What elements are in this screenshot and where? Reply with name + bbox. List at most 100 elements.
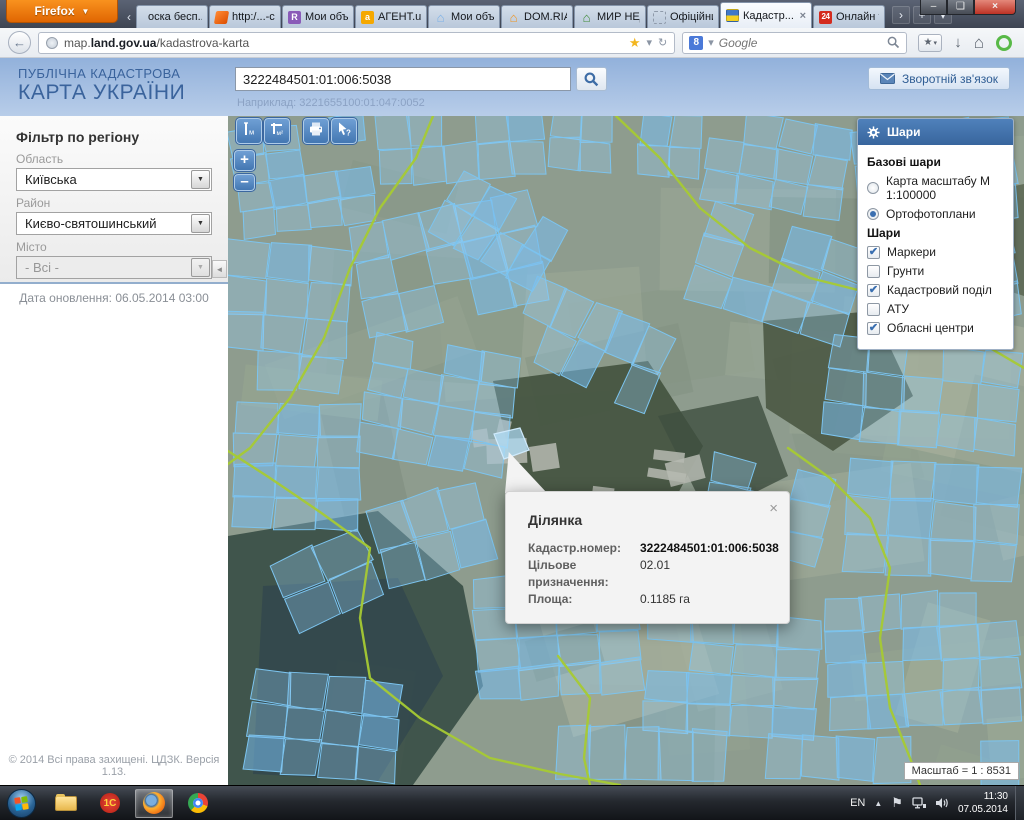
checkbox-checked-icon[interactable]: ✔ [867,322,880,335]
popup-row-value: 02.01 [640,557,670,591]
checkbox-icon[interactable] [867,303,880,316]
print-button[interactable] [303,118,329,144]
layers-panel-body: Базові шари Карта масштабу М 1:100000Орт… [858,145,1013,349]
taskbar-app-1c[interactable]: 1С [91,789,129,818]
browser-search-bar[interactable]: 8 ▾ [682,32,907,54]
overlay-layer-row-3[interactable]: АТУ [867,302,1004,316]
chevron-down-icon[interactable]: ▼ [191,214,210,233]
checkbox-checked-icon[interactable]: ✔ [867,246,880,259]
overlay-layer-row-4[interactable]: ✔Обласні центри [867,321,1004,335]
browser-tab-8[interactable]: Кадастр...× [720,2,812,28]
overlay-layer-row-2[interactable]: ✔Кадастровий поділ [867,283,1004,297]
cadastral-search-input[interactable] [235,67,571,91]
radio-selected-icon[interactable] [867,208,879,220]
chrome-icon [188,793,208,813]
filter-select-1[interactable]: Києво-святошинський▼ [16,212,212,235]
tab-scroll-left-button[interactable]: ‹ [122,6,136,28]
taskbar-clock[interactable]: 11:30 07.05.2014 [958,790,1008,816]
search-icon [584,72,599,87]
measure-distance-button[interactable]: м [236,118,262,144]
browser-search-input[interactable] [719,36,882,50]
map-toolbar: мм²? [236,118,357,144]
radio-icon[interactable] [867,182,879,194]
measure-area-button[interactable]: м² [264,118,290,144]
browser-tab-3[interactable]: aАГЕНТ.ua - ... [355,5,427,28]
hidden-icons-button[interactable]: ▲ [874,799,882,808]
tab-label: АГЕНТ.ua - ... [378,11,421,23]
volume-icon[interactable] [935,797,949,809]
firefox-menu-button[interactable]: Firefox ▼ [6,0,118,23]
browser-tab-1[interactable]: http:/...-c1-t5 [209,5,281,28]
url-text: map.land.gov.ua/kadastrova-karta [64,36,623,50]
firefox-menu-label: Firefox [35,4,75,18]
browser-tab-7[interactable]: Офіційний ... [647,5,719,28]
tab-close-icon[interactable]: × [800,10,806,22]
feedback-button[interactable]: Зворотній зв'язок [868,67,1010,90]
chevron-down-icon: ▼ [191,258,210,277]
restore-button[interactable]: ❑ [947,0,974,15]
overlay-layer-row-0[interactable]: ✔Маркери [867,245,1004,259]
taskbar-app-chrome[interactable] [179,789,217,818]
chevron-down-icon[interactable]: ▼ [191,170,210,189]
browser-tab-2[interactable]: RМои объяв... [282,5,354,28]
addon-icon[interactable] [996,35,1012,51]
browser-tab-9[interactable]: 24Онлайн тра... [813,5,885,28]
downloads-icon[interactable]: ↓ [954,34,962,51]
identify-button[interactable]: ? [331,118,357,144]
tab-scroll-right-button[interactable]: › [892,6,910,24]
action-center-flag-icon[interactable]: ⚑ [891,795,903,811]
search-icon[interactable] [887,36,900,49]
zoom-out-button[interactable]: – [234,174,255,191]
filter-select-2: - Всі -▼ [16,256,212,279]
base-layer-row-1[interactable]: Ортофотоплани [867,207,1004,221]
bookmarks-menu-button[interactable]: ★▾ [918,34,942,52]
home-icon[interactable]: ⌂ [974,33,984,53]
svg-text:?: ? [346,128,351,137]
browser-tab-0[interactable]: оска бесп... [136,5,208,28]
cadastral-search-button[interactable] [576,67,607,91]
minimize-button[interactable]: – [920,0,947,15]
1c-icon: 1С [100,793,120,813]
logo-line1: ПУБЛІЧНА КАДАСТРОВА [18,66,185,81]
checkbox-icon[interactable] [867,265,880,278]
url-dropdown-icon[interactable]: ▾ [646,36,652,49]
tab-label: DOM.RIA.c... [524,11,567,23]
zoom-in-button[interactable]: + [234,150,255,171]
map-canvas[interactable]: мм²? + – Шари Базові шари Карта масштабу… [228,116,1024,785]
print-icon [308,121,324,142]
sidebar-collapse-button[interactable]: ◄ [212,260,227,278]
orange-doc-favicon-icon [214,11,229,24]
firefox-icon [143,792,165,814]
start-button[interactable] [7,789,36,818]
network-icon[interactable] [912,797,926,809]
site-identity-icon[interactable] [46,37,58,49]
overlay-layer-row-1[interactable]: Грунти [867,264,1004,278]
close-button[interactable]: × [974,0,1016,15]
bookmark-star-icon[interactable]: ★ [629,35,641,51]
search-example-hint: Наприклад: 3221655100:01:047:0052 [237,97,425,109]
tab-label: Мои объяв... [451,11,494,23]
tab-label: МИР НЕДВ... [597,11,640,23]
browser-tab-5[interactable]: ⌂DOM.RIA.c... [501,5,573,28]
browser-tab-4[interactable]: ⌂Мои объяв... [428,5,500,28]
explorer-icon [55,796,77,811]
base-layer-row-0[interactable]: Карта масштабу М 1:100000 [867,174,1004,202]
taskbar-app-explorer[interactable] [47,789,85,818]
taskbar-app-firefox[interactable] [135,789,173,818]
language-indicator[interactable]: EN [850,797,865,809]
back-button[interactable]: ← [8,31,31,54]
search-engine-dropdown-icon[interactable]: ▾ [708,36,714,49]
reload-icon[interactable]: ↻ [658,36,667,49]
filter-select-0[interactable]: Київська▼ [16,168,212,191]
search-engine-icon[interactable]: 8 [689,36,703,50]
envelope-icon [880,73,895,84]
url-bar[interactable]: map.land.gov.ua/kadastrova-karta ★ ▾ ↻ [38,32,675,54]
show-desktop-button[interactable] [1015,786,1024,820]
browser-tab-6[interactable]: ⌂МИР НЕДВ... [574,5,646,28]
identify-icon: ? [336,121,352,142]
layers-panel-header[interactable]: Шари [858,119,1013,145]
overlay-layers-list: ✔Маркери Грунти ✔Кадастровий поділ АТУ ✔Обла… [867,245,1004,335]
layer-label: Грунти [887,264,924,278]
popup-close-icon[interactable]: × [769,501,778,516]
checkbox-checked-icon[interactable]: ✔ [867,284,880,297]
